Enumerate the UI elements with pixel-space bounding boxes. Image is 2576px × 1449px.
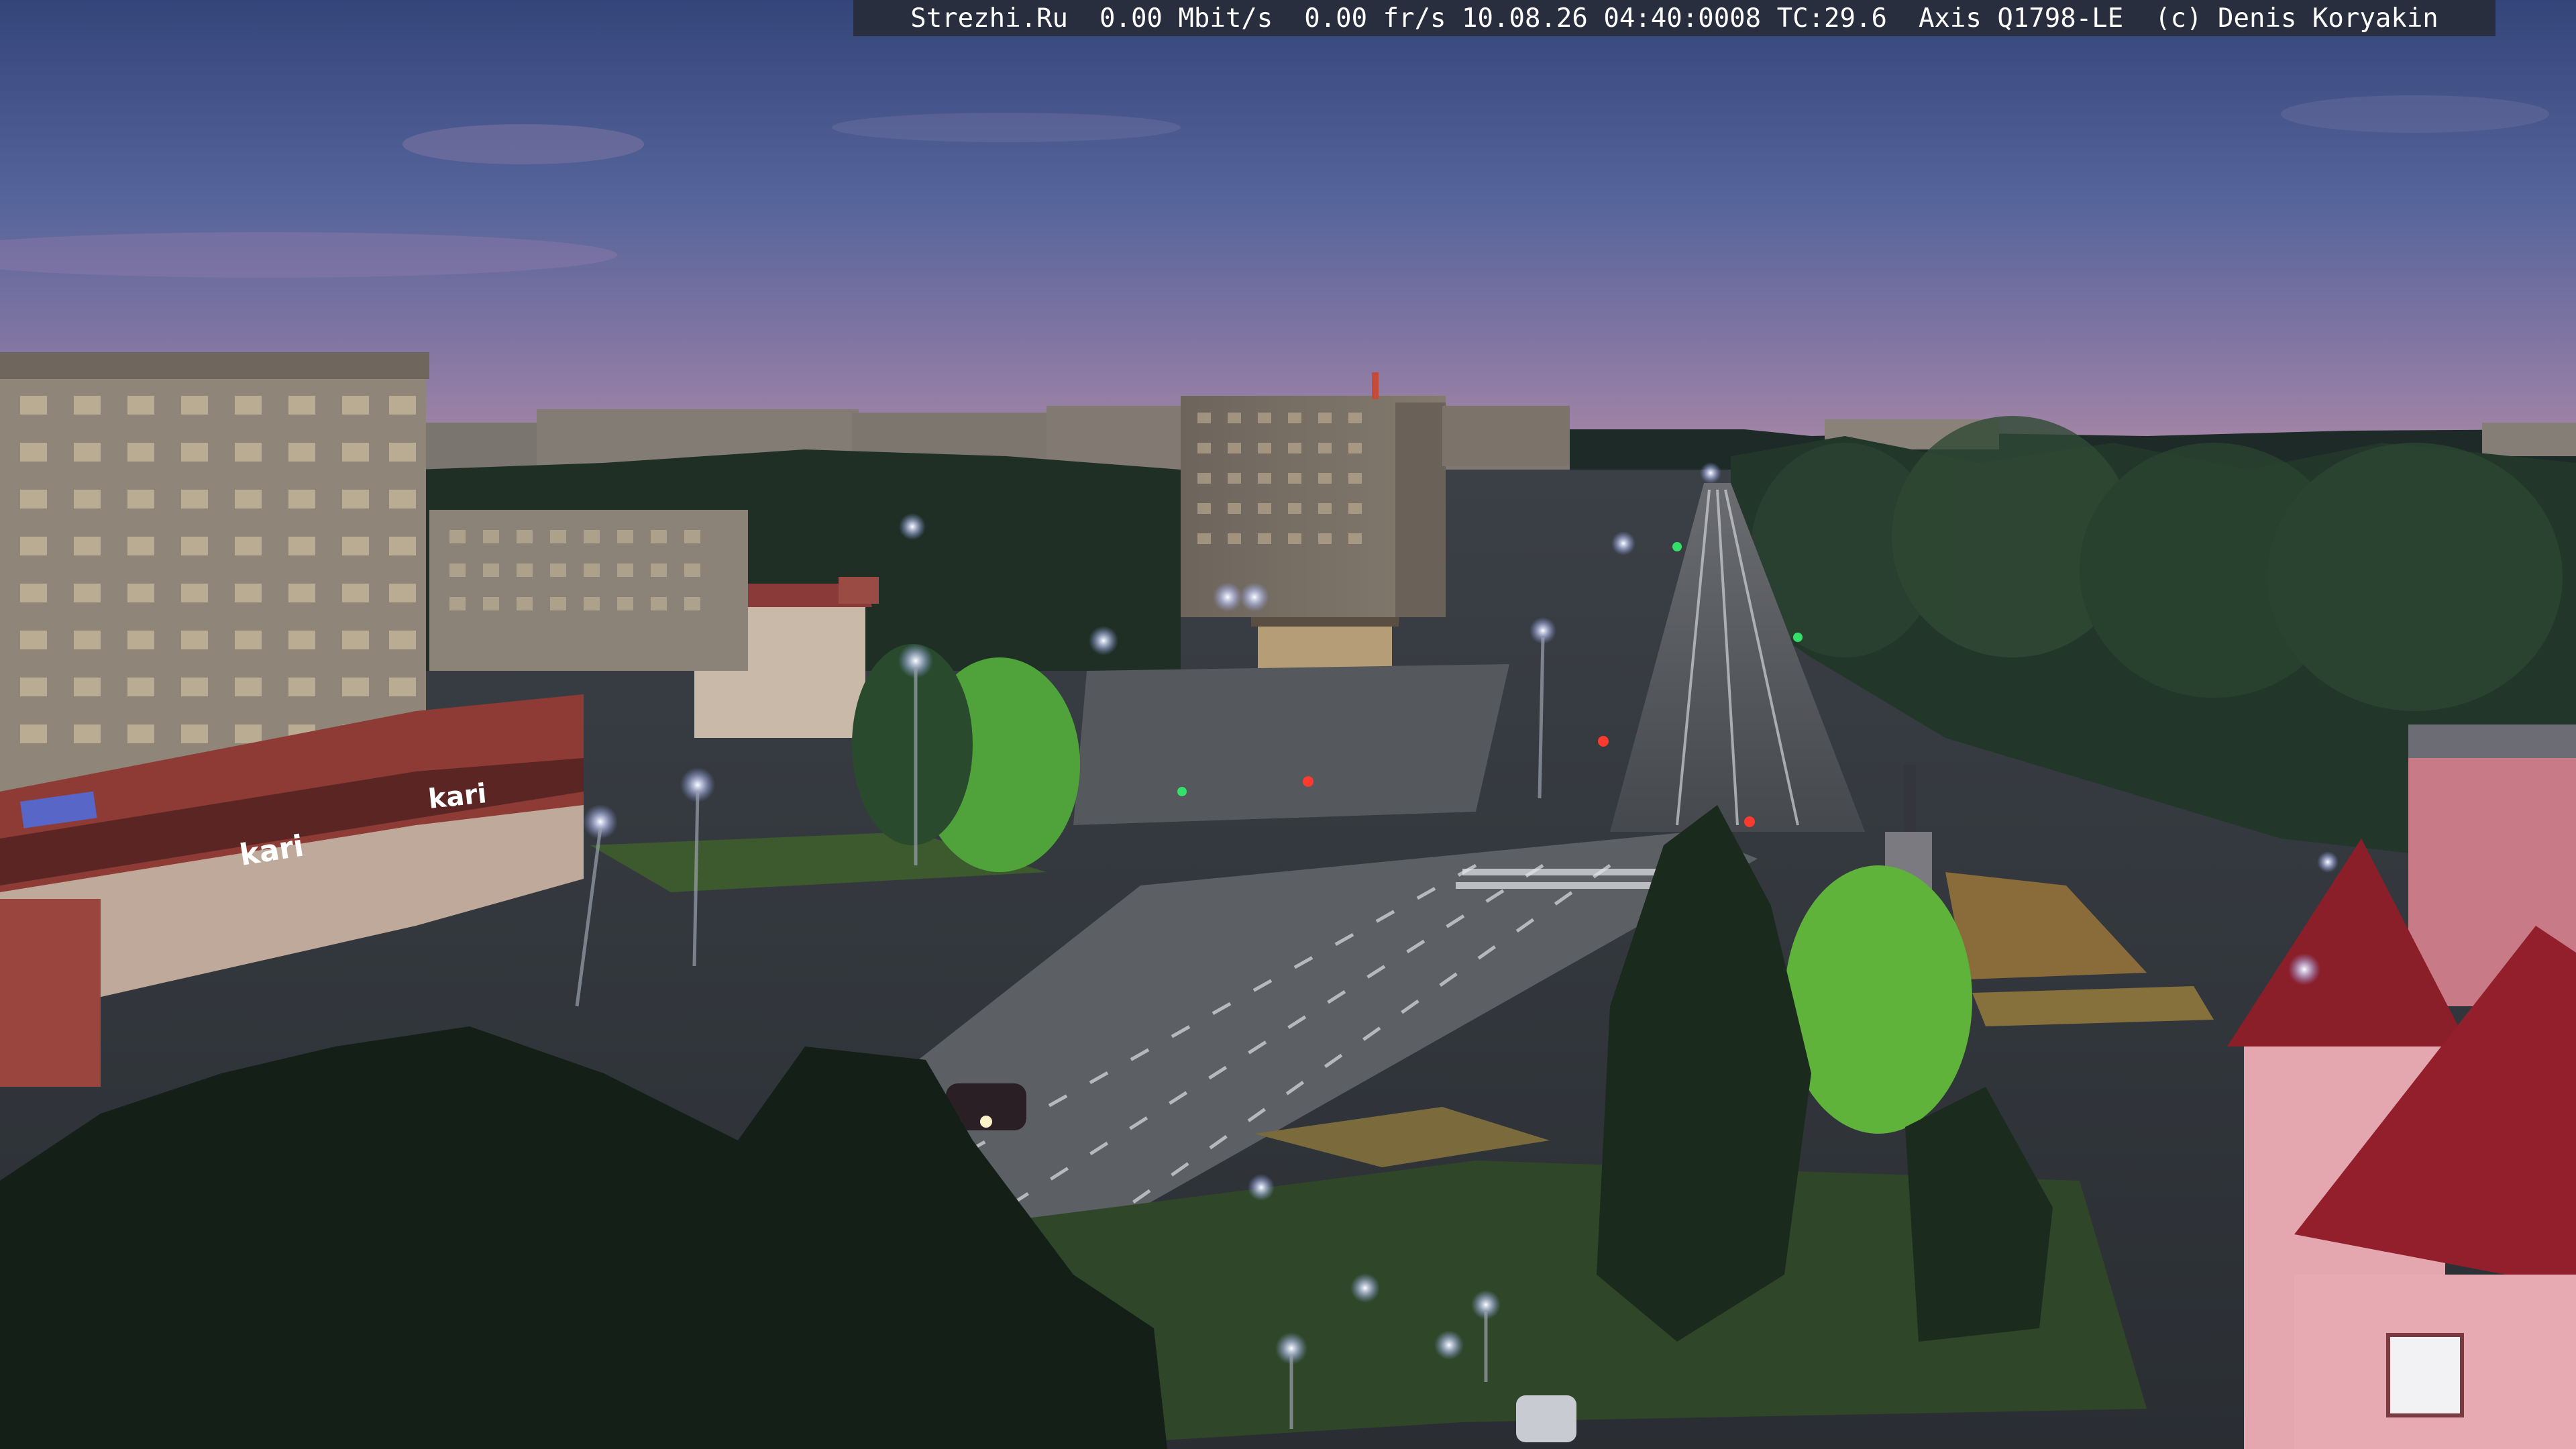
parked-car	[1516, 1395, 1576, 1442]
camera-info-overlay: Strezhi.Ru 0.00 Mbit/s 0.00 fr/s 10.08.2…	[853, 0, 2496, 36]
flower-bed-lower	[1972, 986, 2214, 1026]
lit-tree-monument	[1784, 865, 1972, 1134]
scene-drawing: kari kari	[0, 0, 2576, 1449]
plaza	[1073, 664, 1509, 825]
camera-info-text: Strezhi.Ru 0.00 Mbit/s 0.00 fr/s 10.08.2…	[910, 3, 2438, 34]
left-midrise	[429, 510, 748, 671]
webcam-scene: kari kari	[0, 0, 2576, 1449]
storefront-sign-kari-right: kari	[427, 778, 488, 815]
